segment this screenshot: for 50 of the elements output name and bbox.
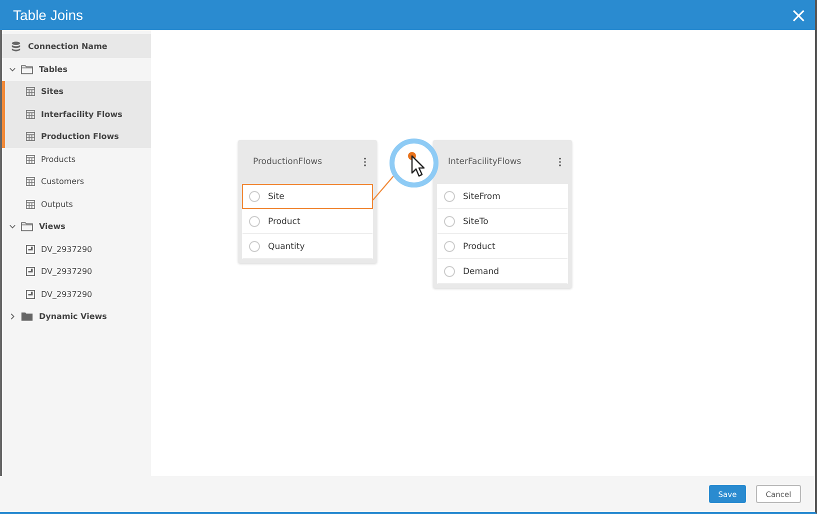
field-row[interactable]: SiteFrom bbox=[437, 184, 568, 209]
field-row[interactable]: Product bbox=[242, 209, 373, 234]
more-icon[interactable] bbox=[558, 157, 562, 167]
radio-button[interactable] bbox=[444, 191, 455, 202]
sidebar-item[interactable]: Tables bbox=[2, 58, 151, 80]
sidebar-item[interactable]: DV_2937290 bbox=[2, 260, 151, 283]
radio-button[interactable] bbox=[249, 216, 260, 227]
radio-button[interactable] bbox=[249, 241, 260, 252]
sidebar-item[interactable]: DV_2937290 bbox=[2, 238, 151, 260]
table-name: InterFacilityFlows bbox=[448, 157, 522, 167]
table-icon bbox=[26, 200, 35, 209]
table-icon bbox=[26, 154, 35, 164]
field-row[interactable]: Product bbox=[437, 234, 568, 259]
folder-icon bbox=[21, 221, 33, 232]
chevron-down-icon[interactable] bbox=[9, 66, 16, 73]
radio-button[interactable] bbox=[444, 216, 455, 227]
more-icon[interactable] bbox=[363, 157, 367, 167]
field-row[interactable]: Quantity bbox=[242, 234, 373, 259]
sidebar-item[interactable]: Outputs bbox=[2, 193, 151, 216]
field-row[interactable]: SiteTo bbox=[437, 209, 568, 234]
sidebar-item[interactable]: Connection Name bbox=[2, 34, 151, 58]
folder-icon bbox=[21, 64, 33, 75]
database-icon bbox=[10, 40, 22, 52]
folder-icon bbox=[21, 311, 33, 322]
sidebar-item[interactable]: Views bbox=[2, 216, 151, 238]
sidebar-item[interactable]: Customers bbox=[2, 170, 151, 193]
window-title: Table Joins bbox=[13, 7, 84, 23]
sidebar-item[interactable]: Dynamic Views bbox=[2, 306, 151, 328]
table-icon bbox=[26, 132, 35, 142]
radio-button[interactable] bbox=[444, 241, 455, 252]
view-icon bbox=[26, 290, 35, 299]
chevron-right-icon[interactable] bbox=[9, 313, 16, 320]
table-icon bbox=[26, 87, 35, 96]
sidebar-item[interactable]: Products bbox=[2, 148, 151, 170]
chevron-down-icon[interactable] bbox=[9, 223, 16, 230]
view-icon bbox=[26, 244, 35, 254]
cursor-highlight-drawing bbox=[388, 137, 440, 189]
radio-button[interactable] bbox=[444, 266, 455, 277]
sidebar-item[interactable]: DV_2937290 bbox=[2, 283, 151, 306]
sidebar-item[interactable]: Sites bbox=[2, 80, 151, 103]
sidebar-item[interactable]: Interfacility Flows bbox=[2, 103, 151, 126]
field-row[interactable]: Site bbox=[242, 184, 373, 209]
radio-button[interactable] bbox=[249, 191, 260, 202]
field-row[interactable]: Demand bbox=[437, 259, 568, 284]
view-icon bbox=[26, 267, 35, 276]
table-name: ProductionFlows bbox=[253, 157, 322, 167]
sidebar-item[interactable]: Production Flows bbox=[2, 126, 151, 148]
table-icon bbox=[26, 110, 35, 119]
table-icon bbox=[26, 177, 35, 186]
close-button[interactable]: × bbox=[790, 5, 807, 25]
